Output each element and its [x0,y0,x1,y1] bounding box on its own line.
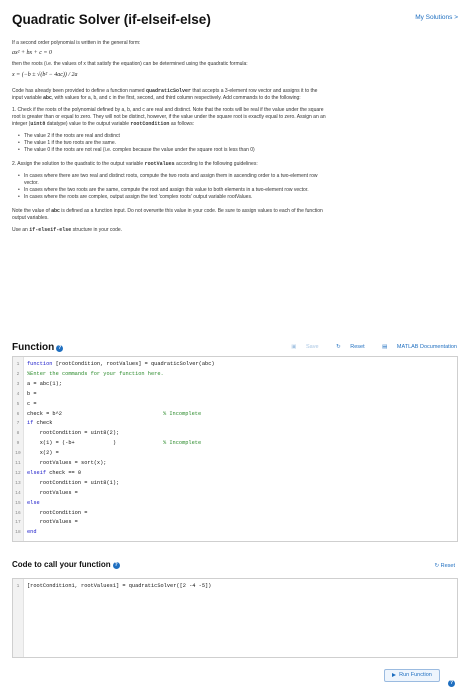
step1-line3: integer (uint8 datatype) value to the ou… [12,121,195,127]
call-function-heading: Code to call your function? [12,560,120,569]
note-line1: Note the value of abc is defined as a fu… [12,208,323,214]
bullet-same-roots: In cases where the two roots are the sam… [18,187,309,194]
code-line: 1 [rootCondition1, rootValues1] = quadra… [16,583,212,589]
code-line: 11 rootValues = sort(x); [15,460,107,466]
code-line: 3a = abc(1); [16,380,62,387]
my-solutions-link[interactable]: My Solutions > [415,14,458,21]
step2-line: 2. Assign the solution to the quadratic … [12,161,258,167]
book-icon: ▤ [382,344,388,350]
use-structure-line: Use an if-elseif-else structure in your … [12,227,123,233]
code-provided-line1: Code has already been provided to define… [12,88,318,94]
call-code-editor[interactable]: 1 [rootCondition1, rootValues1] = quadra… [12,578,458,658]
step1-line1: 1. Check if the roots of the polynomial … [12,107,324,113]
page-title: Quadratic Solver (if-elseif-else) [12,12,211,27]
code-line: 9 x(1) = (-b+ )% Incomplete [16,440,202,447]
reset-icon: ↻ [434,563,440,569]
reset-icon: ↻ [336,344,341,350]
matlab-documentation-link[interactable]: ▤ MATLAB Documentation [374,344,457,350]
bullet-condition-0: The value 0 if the roots are not real (i… [18,147,255,154]
function-heading: Function? [12,342,64,353]
function-code-editor[interactable]: 1 function [rootCondition, rootValues] = … [12,356,458,542]
help-icon[interactable]: ? [56,345,64,352]
code-line: 2 %Enter the commands for your function h… [16,370,164,377]
bullet-condition-2: The value 2 if the roots are real and di… [18,133,120,140]
run-function-button[interactable]: Run Function [384,669,440,682]
code-line: 5c = [16,400,37,407]
run-help: ? [446,672,455,690]
bullet-complex-roots: In cases where the roots are complex, ou… [18,194,252,201]
function-toolbar: ▣ Save ↻ Reset ▤ MATLAB Documentation [275,344,457,354]
help-icon[interactable]: ? [448,680,455,687]
code-line: 18 end [15,529,37,536]
call-reset-button[interactable]: ↻ Reset [434,563,455,569]
note-line2: output variables. [12,215,49,221]
help-icon[interactable]: ? [112,562,120,569]
reset-button[interactable]: ↻ Reset [328,344,365,350]
code-line: 8 rootCondition = uint8(2); [16,430,120,437]
intro-text: If a second order polynomial is written … [12,40,141,46]
bullet-two-roots-cont: vector. [24,180,39,186]
code-line: 7 if check [16,420,53,427]
bullet-two-roots: In cases where there are two real and di… [18,173,317,180]
code-line: 6 check = b^2% Incomplete [16,410,202,417]
code-line: 4b = [16,390,37,397]
general-form-equation: ax² + bx + c = 0 [12,50,52,56]
code-line: 16 rootCondition = [15,509,88,516]
bullet-condition-1: The value 1 if the two roots are the sam… [18,140,116,147]
code-provided-line2: input variable abc, with values for a, b… [12,95,301,101]
header: Quadratic Solver (if-elseif-else) My Sol… [12,10,458,32]
code-line: 12 elseif check == 0 [15,469,82,476]
save-icon: ▣ [291,344,297,350]
code-line: 10 x(2) = [15,450,59,457]
code-line: 17 rootValues = [15,519,78,526]
save-button[interactable]: ▣ Save [283,344,318,350]
then-roots-text: then the roots (i.e. the values of x tha… [12,61,248,67]
play-icon [392,672,397,677]
code-line: 15 else [15,499,40,506]
code-line: 14 rootValues = [15,489,78,496]
step1-line2: root is greater than or equal to zero. T… [12,114,326,120]
code-line: 13 rootCondition = uint8(1); [15,479,120,486]
quadratic-formula: x = (−b ± √(b² − 4ac)) / 2a [12,72,78,78]
code-line: 1 function [rootCondition, rootValues] = … [16,361,215,367]
